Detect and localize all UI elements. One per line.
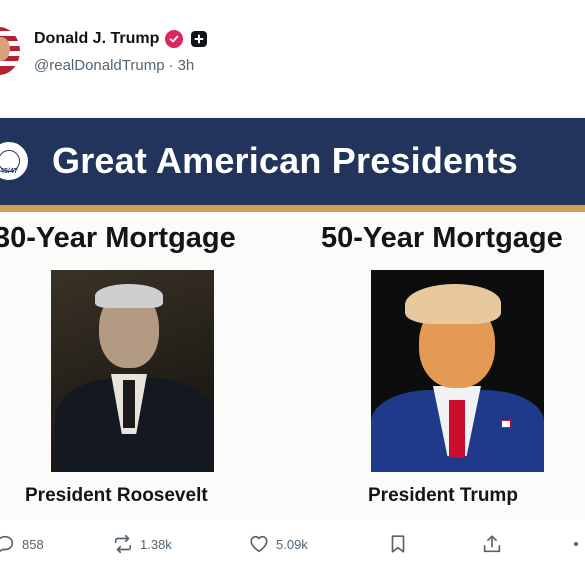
government-badge-icon[interactable]	[191, 31, 208, 47]
left-panel-heading: 30-Year Mortgage	[0, 222, 236, 254]
reply-count: 858	[22, 536, 44, 552]
post-timestamp[interactable]: 3h	[178, 57, 195, 74]
share-icon	[483, 535, 501, 553]
author-meta-row: @realDonaldTrump · 3h	[34, 57, 194, 74]
bookmark-button[interactable]	[387, 528, 409, 560]
trump-portrait	[371, 270, 544, 472]
post-image[interactable]: 45/47 Great American Presidents 30-Year …	[0, 115, 585, 520]
more-button[interactable]	[574, 528, 578, 560]
reply-button[interactable]: 858	[0, 528, 44, 560]
post-action-bar: 858 1.38k 5.09k	[0, 528, 585, 560]
post-header: Donald J. Trump @realDonaldTrump · 3h	[0, 0, 585, 110]
repost-count: 1.38k	[140, 536, 172, 552]
right-panel-heading: 50-Year Mortgage	[321, 222, 563, 254]
reply-icon	[0, 535, 14, 553]
heart-icon	[250, 535, 268, 553]
author-avatar[interactable]	[0, 27, 20, 75]
banner-divider	[0, 205, 585, 212]
image-banner: 45/47 Great American Presidents	[0, 118, 585, 208]
like-button[interactable]: 5.09k	[248, 528, 308, 560]
seal-text: 45/47	[0, 167, 18, 175]
banner-title: Great American Presidents	[52, 140, 518, 181]
meta-separator: ·	[168, 57, 174, 74]
left-portrait-caption: President Roosevelt	[25, 485, 208, 506]
author-handle[interactable]: @realDonaldTrump	[34, 57, 165, 74]
roosevelt-portrait	[51, 270, 214, 472]
like-count: 5.09k	[276, 536, 308, 552]
seal-icon: 45/47	[0, 140, 30, 182]
share-button[interactable]	[481, 528, 503, 560]
author-name-row: Donald J. Trump	[34, 28, 208, 50]
bookmark-icon	[391, 535, 405, 553]
repost-button[interactable]: 1.38k	[112, 528, 172, 560]
repost-icon	[114, 534, 132, 554]
verified-icon[interactable]	[165, 30, 184, 48]
author-display-name[interactable]: Donald J. Trump	[34, 30, 159, 48]
right-portrait-caption: President Trump	[368, 485, 518, 506]
more-icon	[574, 542, 578, 546]
